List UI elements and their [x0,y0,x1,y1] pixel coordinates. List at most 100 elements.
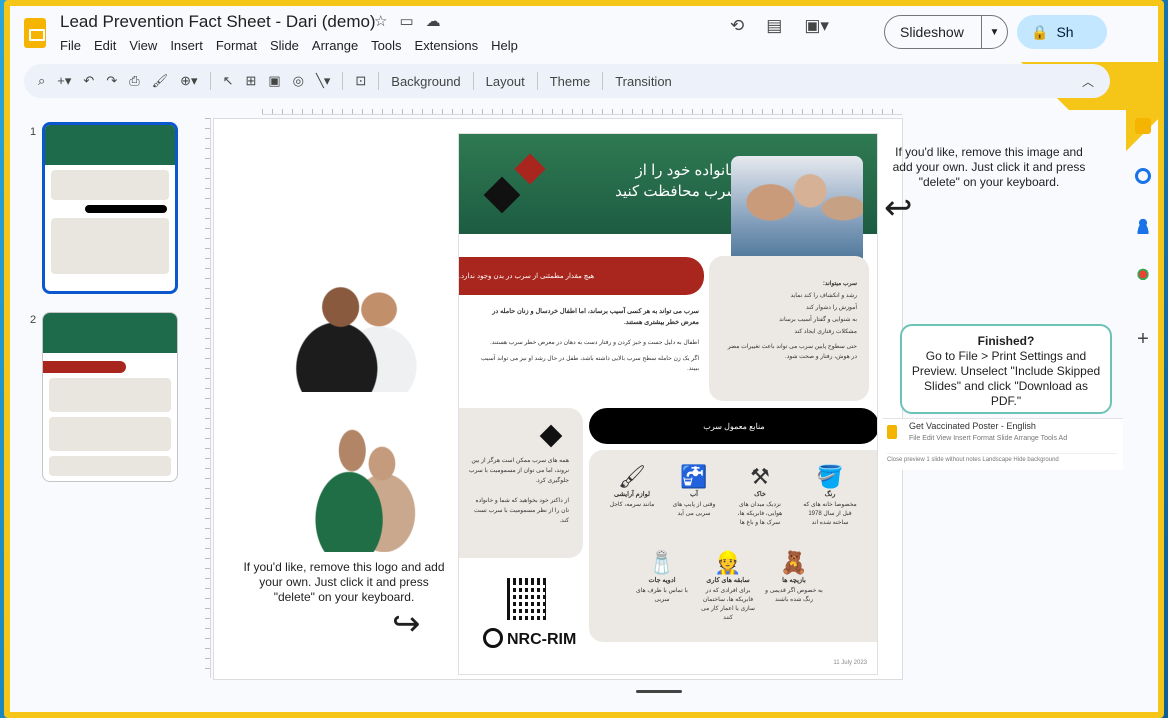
thumb-header [45,125,175,165]
source-cosmetics: 🖌 لوازم آرایشی مانند سرمه، کاجل [603,464,661,510]
menu-slide[interactable]: Slide [270,38,299,53]
menu-extensions[interactable]: Extensions [415,38,479,53]
slides-logo-icon[interactable] [24,18,46,48]
search-menus-icon[interactable]: ⌕ [38,73,45,89]
contacts-icon[interactable] [1135,218,1151,234]
cloud-status-icon[interactable]: ☁ [426,12,441,30]
source-desc: مانند سرمه، کاجل [609,502,655,508]
zoom-icon[interactable]: ⊕▾ [180,73,197,89]
theme-button[interactable]: Theme [550,74,590,89]
diamond-icon [539,424,563,448]
poster-slide-content[interactable]: خانواده خود را از سرب محافظت کنید هیچ مق… [458,133,878,675]
lock-icon: 🔒 [1031,23,1049,40]
source-water: 🚰 آب وقتی از پایپ های سربی می آید [665,464,723,519]
image-icon[interactable]: ▣ [268,73,280,89]
source-soil: ⚒ خاک نزدیک میدان های هوایی، فابریکه ها،… [731,464,789,528]
add-addon-icon[interactable]: + [1137,328,1149,351]
redo-icon[interactable]: ↷ [106,73,117,89]
menu-edit[interactable]: Edit [94,38,116,53]
note-remove-logo[interactable]: If you'd like, remove this logo and add … [238,560,450,605]
effects-item: رشد و انکشاف را کند نماید [790,293,857,299]
title-icons: ☆ ▭ ☁ [374,12,441,30]
effects-item: به شنوایی و گفتار آسیب برساند [779,317,857,323]
risk-bullet: اطفال به دلیل جست و خیز کردن و رفتار دست… [490,340,699,346]
family-photo[interactable] [731,156,863,272]
paint-format-icon[interactable]: 🖌 [152,73,169,89]
layout-button[interactable]: Layout [486,74,525,89]
tasks-icon[interactable] [1135,168,1151,184]
menu-tools[interactable]: Tools [371,38,401,53]
keep-icon[interactable] [1135,118,1151,134]
thumb-block [51,170,169,200]
star-icon[interactable]: ☆ [374,12,387,30]
faucet-icon: 🚰 [680,464,708,489]
slide-thumbnail-2[interactable] [42,312,178,482]
effects-heading: سرب میتواند: [822,281,857,287]
vertical-ruler[interactable] [205,118,211,678]
maps-icon[interactable] [1135,268,1151,284]
shape-icon[interactable]: ◎ [293,73,304,89]
document-title[interactable]: Lead Prevention Fact Sheet - Dari (demo) [60,12,376,32]
menu-file[interactable]: File [60,38,81,53]
mini-window-toolbar: Close preview 1 slide without notes Land… [887,453,1117,463]
menu-view[interactable]: View [129,38,157,53]
textbox-icon[interactable]: ⊞ [245,73,256,89]
menu-bar: File Edit View Insert Format Slide Arran… [60,38,518,53]
menu-format[interactable]: Format [216,38,257,53]
nrc-rim-logo[interactable]: NRC-RIM [483,628,576,649]
finished-body: Go to File > Print Settings and Preview.… [911,349,1101,408]
menu-arrange[interactable]: Arrange [312,38,358,53]
source-title: لوازم آرایشی [614,491,650,498]
qr-code[interactable] [507,578,549,620]
background-button[interactable]: Background [391,74,460,89]
slideshow-button[interactable]: Slideshow ▼ [884,15,1008,49]
transition-button[interactable]: Transition [615,74,672,89]
chevron-down-icon[interactable]: ▼ [981,16,1007,48]
source-desc: مخصوصا خانه های که قبل از سال 1978 ساخته… [803,502,857,526]
note-remove-image[interactable]: If you'd like, remove this image and add… [884,145,1094,190]
toolbar-divider [472,72,474,90]
move-folder-icon[interactable]: ▭ [399,12,413,30]
logo-text: NRC-RIM [507,631,577,648]
effects-item: مشکلات رفتاری ایجاد کند [794,329,857,335]
toolbar: ⌕ +▾ ↶ ↷ ⎙ 🖌 ⊕▾ ↖ ⊞ ▣ ◎ ╲▾ ⊡ Background … [24,64,1110,98]
scroll-indicator[interactable] [636,690,682,693]
thumb-number-1: 1 [30,126,37,138]
toolbar-divider [536,72,538,90]
mother-child-photo[interactable] [292,274,420,392]
select-cursor-icon[interactable]: ↖ [223,73,234,89]
finished-callout[interactable]: Finished? Go to File > Print Settings an… [900,324,1112,414]
thumb-number-2: 2 [30,314,37,326]
effects-box: سرب میتواند: رشد و انکشاف را کند نماید آ… [709,256,869,401]
version-history-icon[interactable]: ⟲ [730,16,744,36]
meet-icon[interactable]: ▣▾ [804,16,829,36]
sources-heading: منابع معمول سرب [589,408,877,444]
toolbar-divider [602,72,604,90]
print-icon[interactable]: ⎙ [129,73,139,89]
poster-title: خانواده خود را از سرب محافظت کنید [615,162,739,200]
share-button[interactable]: 🔒 Sh [1017,15,1107,49]
source-title: ادویه جات [648,577,676,584]
header-bar: Lead Prevention Fact Sheet - Dari (demo)… [10,6,1158,62]
mini-window-preview[interactable]: Get Vaccinated Poster - English File Edi… [883,418,1123,470]
thumb-bar [85,205,167,213]
prevention-text: از داکتر خود بخواهید که شما و خانواده تا… [473,498,569,524]
hugging-girls-photo[interactable] [312,422,418,552]
cosmetics-icon: 🖌 [618,464,646,489]
slide-thumbnail-1[interactable] [42,122,178,294]
horizontal-ruler[interactable] [262,109,902,115]
undo-icon[interactable]: ↶ [83,73,94,89]
toolbar-divider [209,72,211,90]
source-title: بازیچه ها [782,577,806,584]
line-icon[interactable]: ╲▾ [316,73,330,89]
menu-help[interactable]: Help [491,38,518,53]
comments-icon[interactable]: ▤ [766,16,782,36]
menu-insert[interactable]: Insert [170,38,203,53]
new-slide-icon[interactable]: +▾ [57,73,71,89]
slideshow-label: Slideshow [900,24,964,40]
prevention-box: همه های سرب ممکن است هرگز از بین نروند، … [459,408,583,558]
collapse-toolbar-icon[interactable]: ︿ [1082,73,1094,90]
insert-comment-icon[interactable]: ⊡ [355,73,366,89]
side-panel-rail: + [1126,104,1160,404]
thumb-block [49,378,171,412]
